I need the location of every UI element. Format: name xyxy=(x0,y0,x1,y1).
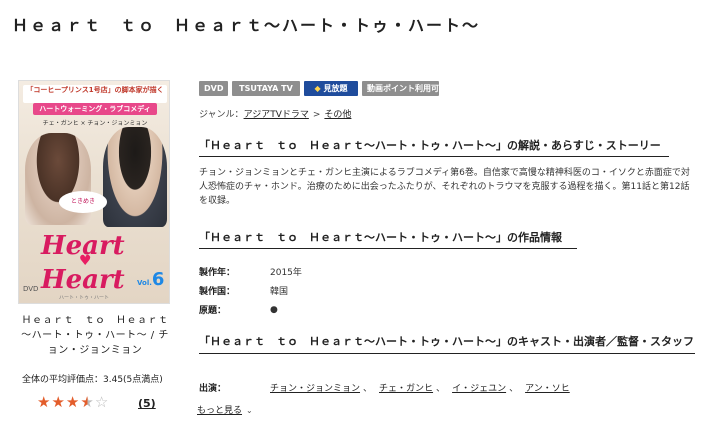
cover-speech-bubble: ときめき xyxy=(59,191,107,213)
badge-dvd: DVD xyxy=(199,81,228,96)
work-info-table: 製作年： 2015年 製作国： 韓国 原題： ● xyxy=(199,262,302,319)
info-label: 製作国： xyxy=(199,287,236,297)
badge-tsutaya-tv: TSUTAYA TV xyxy=(232,81,300,96)
cast-separator: 、 xyxy=(509,384,519,394)
page-title: Ｈｅａｒｔ ｔｏ Ｈｅａｒｔ～ハート・トゥ・ハート～ xyxy=(12,16,481,35)
star-icon: ★ xyxy=(65,393,81,411)
synopsis-heading: 「Ｈｅａｒｔ ｔｏ Ｈｅａｒｔ～ハート・トゥ・ハート～」の解説・あらすじ・ストー… xyxy=(199,137,669,157)
synopsis-text: チョン・ジョンミョンとチェ・ガンヒ主演によるラブコメディ第6巻。自信家で高慢な精… xyxy=(199,168,690,206)
info-value: ● xyxy=(270,304,278,315)
dvd-cover-image[interactable]: 「コーヒープリンス1号店」の脚本家が描く ハートウォーミング・ラブコメディ チェ… xyxy=(18,80,170,304)
star-empty-icon: ☆ xyxy=(94,393,110,411)
info-row-year: 製作年： 2015年 xyxy=(199,262,302,281)
work-title-caption: Ｈｅａｒｔ ｔｏ Ｈｅａｒｔ～ハート・トゥ・ハート～ / チョン・ジョンミョン xyxy=(21,315,169,356)
info-value: 2015年 xyxy=(270,268,302,278)
star-icon: ★ xyxy=(51,393,66,411)
star-icon: ★ xyxy=(37,393,52,411)
info-label: 原題： xyxy=(199,306,227,316)
cast-link[interactable]: チョン・ジョンミョン xyxy=(270,381,360,394)
cast-link[interactable]: イ・ジェユン xyxy=(452,381,506,394)
work-info-heading: 「Ｈｅａｒｔ ｔｏ Ｈｅａｒｔ～ハート・トゥ・ハート～」の作品情報 xyxy=(199,229,577,249)
cover-dvd-mark: DVD xyxy=(23,285,39,293)
badge-mihoudai: ◆ 見放題 xyxy=(304,81,358,96)
genre-link-other[interactable]: その他 xyxy=(324,110,351,120)
cast-link[interactable]: アン・ソヒ xyxy=(525,381,570,394)
cover-volume: Vol.6 xyxy=(137,269,165,290)
average-rating-text: 全体の平均評価点：3.45(5点満点) xyxy=(22,375,163,385)
breadcrumb-separator: > xyxy=(312,110,321,120)
cast-label: 出演： xyxy=(199,384,227,394)
cast-row: 出演： チョン・ジョンミョン、 チェ・ガンヒ、 イ・ジェユン、 アン・ソヒ xyxy=(199,381,570,394)
cover-logo-heart-2: Heart xyxy=(41,265,125,295)
badge-video-point: 動画ポイント利用可 xyxy=(362,81,439,96)
cast-link[interactable]: チェ・ガンヒ xyxy=(379,381,433,394)
chevron-down-icon: ⌄ xyxy=(246,406,253,415)
info-row-original-title: 原題： ● xyxy=(199,300,302,319)
genre-link-asian-tv-drama[interactable]: アジアTVドラマ xyxy=(244,110,309,120)
service-badges: DVD TSUTAYA TV ◆ 見放題 動画ポイント利用可 xyxy=(199,81,439,96)
cover-cast-names: チェ・ガンヒ × チョン・ジョンミョン xyxy=(42,120,148,127)
cover-actor-photo xyxy=(103,127,167,227)
genre-breadcrumb: ジャンル：アジアTVドラマ > その他 xyxy=(199,107,351,120)
info-value: 韓国 xyxy=(270,287,289,297)
show-more-label: もっと見る xyxy=(197,406,243,416)
cover-genre-banner: ハートウォーミング・ラブコメディ xyxy=(33,103,157,115)
star-half-icon: ★ xyxy=(80,393,95,411)
rating-stars: ★★★★☆ xyxy=(37,394,109,410)
info-row-country: 製作国： 韓国 xyxy=(199,281,302,300)
cast-separator: 、 xyxy=(363,384,373,394)
cast-separator: 、 xyxy=(436,384,446,394)
review-count-link[interactable]: (5) xyxy=(138,397,156,410)
cover-tagline: 「コーヒープリンス1号店」の脚本家が描く xyxy=(23,85,167,103)
diamond-icon: ◆ xyxy=(314,84,321,93)
cast-heading: 「Ｈｅａｒｔ ｔｏ Ｈｅａｒｔ～ハート・トゥ・ハート～」のキャスト・出演者／監督… xyxy=(199,334,695,354)
show-more-link[interactable]: もっと見る ⌄ xyxy=(197,403,253,416)
info-label: 製作年： xyxy=(199,268,236,278)
cover-subtitle: ハート・トゥ・ハート xyxy=(59,295,110,301)
genre-label: ジャンル： xyxy=(199,110,244,120)
